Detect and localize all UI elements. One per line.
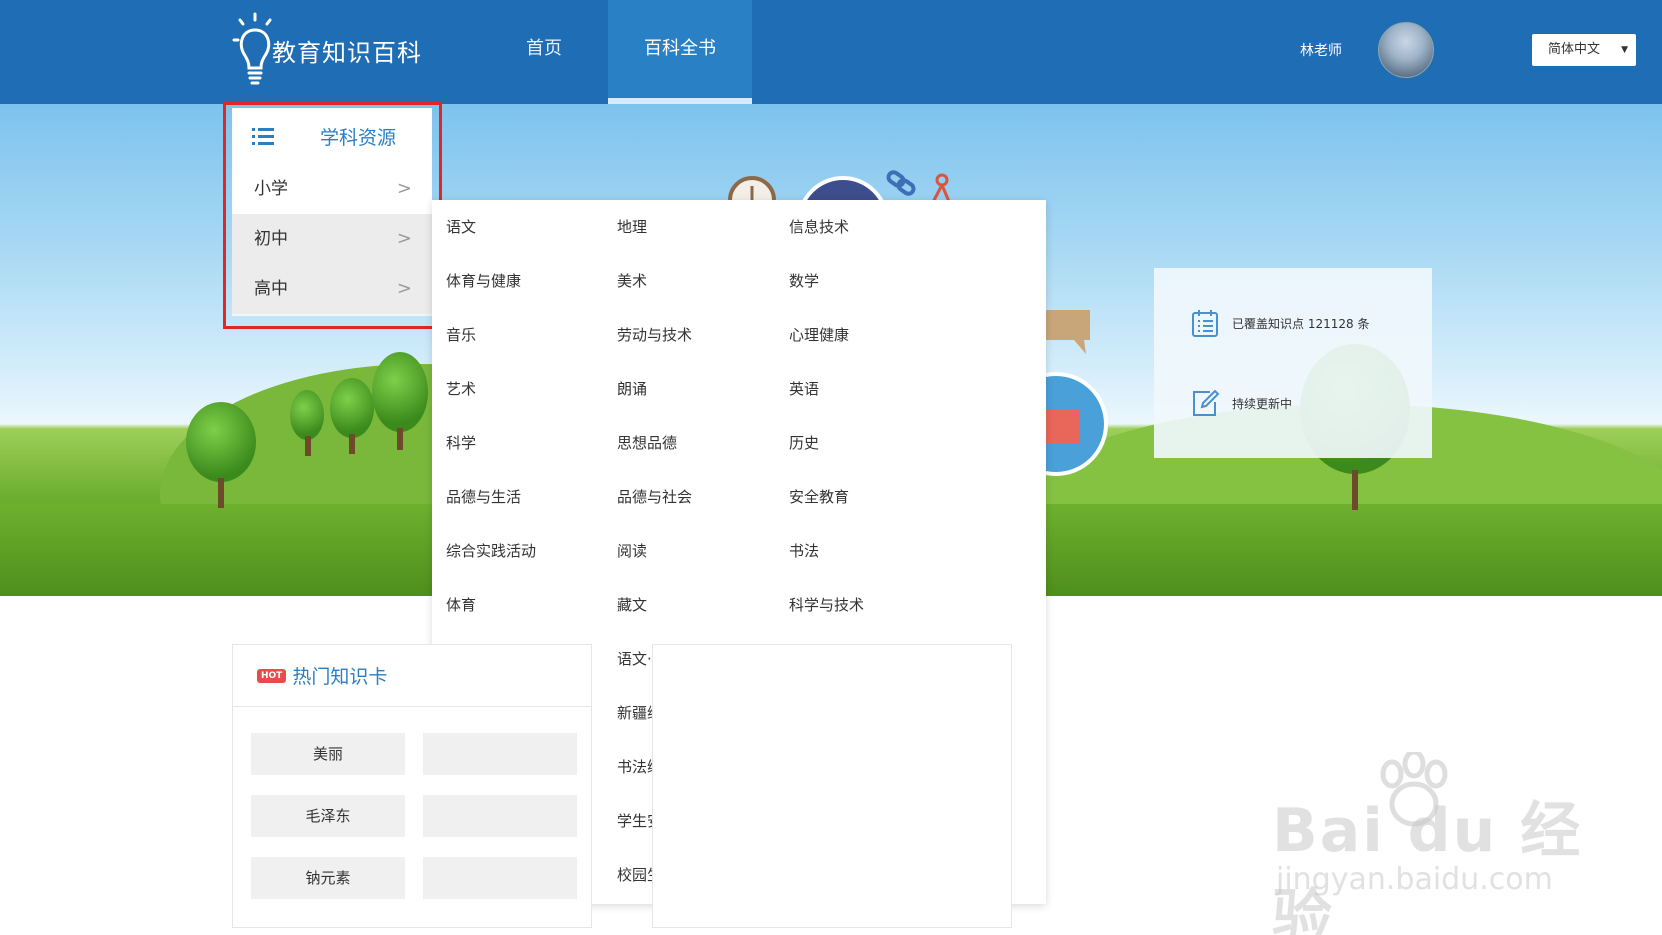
hot-knowledge-card: HOT 热门知识卡 美丽 毛泽东 钠元素 (232, 644, 592, 928)
stat-updating-text: 持续更新中 (1232, 396, 1293, 411)
nav-home[interactable]: 首页 (500, 0, 588, 104)
subject-link[interactable]: 朗诵 (617, 378, 647, 399)
watermark-url: jingyan.baidu.com (1276, 862, 1553, 897)
hot-tag[interactable] (423, 795, 577, 837)
language-value: 简体中文 (1548, 42, 1601, 57)
site-logo[interactable]: 教育知识百科 (232, 10, 422, 90)
hot-card-header: HOT 热门知识卡 (233, 645, 591, 707)
subject-link[interactable]: 艺术 (446, 378, 476, 399)
hot-tag[interactable] (423, 857, 577, 899)
baidu-watermark: Bai du 经验 jingyan.baidu.com (1272, 752, 1592, 935)
stat-covered: 已覆盖知识点 121128 条 (1190, 308, 1369, 338)
stat-covered-text: 已覆盖知识点 121128 条 (1232, 316, 1370, 331)
subject-link[interactable]: 科学 (446, 432, 476, 453)
username[interactable]: 林老师 (1300, 40, 1342, 60)
subject-link[interactable]: 历史 (789, 432, 819, 453)
watermark-logo-text: Bai du 经验 (1272, 796, 1583, 935)
tree (372, 352, 432, 452)
subject-link[interactable]: 综合实践活动 (446, 540, 536, 561)
language-select[interactable]: 简体中文 ▼ (1532, 34, 1636, 66)
avatar[interactable] (1378, 22, 1434, 78)
hot-tag[interactable]: 钠元素 (251, 857, 405, 899)
subject-link[interactable]: 英语 (789, 378, 819, 399)
subject-link[interactable]: 思想品德 (617, 432, 677, 453)
subject-link[interactable]: 美术 (617, 270, 647, 291)
book-badge-icon (1046, 372, 1108, 476)
subject-link[interactable]: 书法 (789, 540, 819, 561)
subject-link[interactable]: 体育与健康 (446, 270, 521, 291)
tree (186, 402, 256, 512)
subject-link[interactable]: 安全教育 (789, 486, 849, 507)
stats-card: 已覆盖知识点 121128 条 持续更新中 (1154, 268, 1432, 458)
caret-down-icon: ▼ (1621, 45, 1628, 55)
red-highlight-box (223, 102, 442, 329)
stat-updating: 持续更新中 (1190, 388, 1292, 418)
subject-link[interactable]: 语文 (446, 216, 476, 237)
tree (290, 390, 330, 460)
subject-link[interactable]: 品德与社会 (617, 486, 692, 507)
subject-link[interactable]: 信息技术 (789, 216, 849, 237)
hot-tag[interactable] (423, 733, 577, 775)
subject-link[interactable]: 地理 (617, 216, 647, 237)
nav-encyclopedia[interactable]: 百科全书 (608, 0, 752, 104)
logo-text: 教育知识百科 (272, 38, 422, 67)
hot-badge: HOT (257, 668, 287, 683)
checklist-icon (1192, 310, 1218, 337)
subject-link[interactable]: 数学 (789, 270, 819, 291)
content-card (652, 644, 1012, 928)
subject-link[interactable]: 劳动与技术 (617, 324, 692, 345)
subject-link[interactable]: 品德与生活 (446, 486, 521, 507)
subject-link[interactable]: 科学与技术 (789, 594, 864, 615)
top-navbar: 教育知识百科 首页 百科全书 林老师 简体中文 ▼ (0, 0, 1662, 104)
subject-link[interactable]: 心理健康 (789, 324, 849, 345)
hot-card-title: 热门知识卡 (292, 666, 388, 688)
edit-icon (1193, 389, 1220, 416)
subject-link[interactable]: 音乐 (446, 324, 476, 345)
subject-link[interactable]: 体育 (446, 594, 476, 615)
subject-link[interactable]: 藏文 (617, 594, 647, 615)
hot-tag[interactable]: 美丽 (251, 733, 405, 775)
subject-link[interactable]: 阅读 (617, 540, 647, 561)
speech-bubble-icon (1046, 310, 1090, 354)
hot-tag[interactable]: 毛泽东 (251, 795, 405, 837)
